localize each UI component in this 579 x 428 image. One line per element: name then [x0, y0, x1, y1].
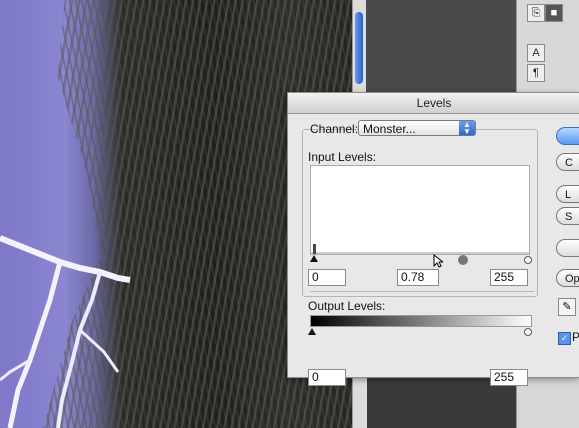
- output-gradient-bar: [310, 315, 532, 327]
- black-point-handle[interactable]: [310, 255, 318, 262]
- input-white-field[interactable]: [490, 269, 528, 286]
- input-black-field[interactable]: [308, 269, 346, 286]
- paragraph-tool-icon[interactable]: ¶: [527, 64, 545, 82]
- channel-select[interactable]: Monster... ▲ ▼: [358, 120, 476, 136]
- scrollbar-thumb[interactable]: [355, 12, 363, 84]
- stamp-tool-icon[interactable]: ⎘: [527, 4, 545, 22]
- channel-value: Monster...: [363, 122, 416, 136]
- cancel-button[interactable]: C: [556, 153, 579, 171]
- selected-tool-icon[interactable]: ■: [545, 4, 563, 22]
- input-gamma-field[interactable]: [397, 269, 439, 286]
- gamma-handle[interactable]: [458, 255, 468, 265]
- input-slider[interactable]: [310, 255, 532, 265]
- workspace-background: [366, 0, 516, 92]
- channel-label: Channel:: [310, 122, 359, 136]
- save-button[interactable]: S: [556, 207, 579, 225]
- histogram-spike: [313, 244, 316, 254]
- white-point-handle[interactable]: [524, 256, 532, 264]
- dialog-title: Levels: [288, 93, 579, 114]
- load-button[interactable]: L: [556, 185, 579, 203]
- histogram-baseline: [311, 252, 529, 254]
- histogram: [310, 165, 530, 255]
- preview-checkbox[interactable]: ✓: [558, 332, 571, 345]
- mouse-cursor-icon: [433, 254, 443, 268]
- output-white-field[interactable]: [490, 369, 528, 386]
- options-button[interactable]: Op: [556, 269, 579, 287]
- levels-dialog: Levels Channel: Monster... ▲ ▼ Input Leve…: [287, 92, 579, 386]
- output-black-handle[interactable]: [308, 328, 316, 335]
- section-divider: [310, 291, 534, 292]
- output-levels-label: Output Levels:: [308, 299, 386, 313]
- lightning-image-layer: [0, 235, 131, 428]
- character-tool-icon[interactable]: A: [527, 44, 545, 62]
- input-levels-label: Input Levels:: [308, 150, 377, 164]
- ok-button[interactable]: [556, 127, 579, 145]
- auto-button[interactable]: [556, 239, 579, 257]
- select-arrows-icon: ▲ ▼: [459, 121, 475, 136]
- preview-label: Pr: [572, 330, 579, 344]
- eyedropper-icon[interactable]: ✎: [558, 298, 576, 316]
- output-white-handle[interactable]: [524, 328, 532, 336]
- output-black-field[interactable]: [308, 369, 346, 386]
